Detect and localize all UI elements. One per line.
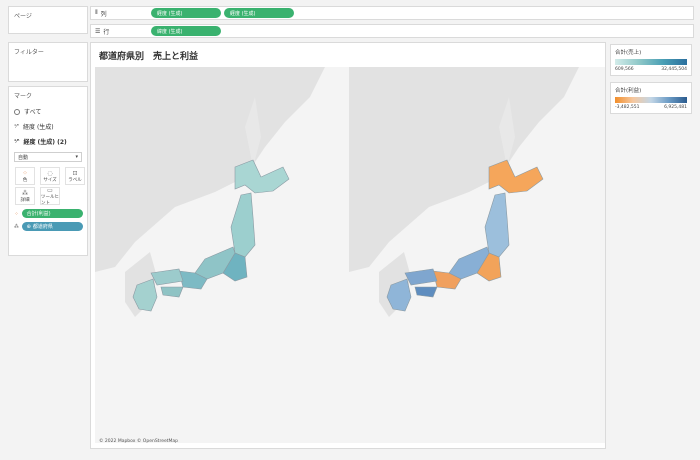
pages-card[interactable]: ページ	[8, 6, 88, 34]
profit-ramp-labels: -3,482,551 6,925,481	[615, 105, 687, 110]
prefecture-pill[interactable]: ⊕ 都道府県	[21, 222, 83, 231]
map-layer-icon: ⁴⁄ᴿ	[14, 123, 20, 130]
rows-icon: ☰	[95, 27, 101, 35]
chevron-down-icon: ▾	[75, 154, 78, 160]
map-copyright: © 2022 Mapbox © OpenStreetMap	[99, 439, 178, 444]
sales-legend-min: 609,566	[615, 67, 634, 72]
circle-icon	[14, 108, 20, 115]
profit-pill[interactable]: 合計(利益)	[21, 209, 83, 218]
detail-button-label: 詳細	[20, 197, 30, 203]
left-panes: ページ フィルター マーク すべて ⁴⁄ᴿ 経度 (生成) ⁴⁄ᴿ 経度 (生成…	[8, 6, 88, 451]
tooltip-button-label: ツールヒント	[41, 194, 59, 206]
label-button[interactable]: ⊡ ラベル	[65, 167, 85, 185]
pages-label: ページ	[14, 13, 32, 20]
label-icon: ⊡	[72, 169, 78, 177]
sales-map-svg	[95, 67, 351, 443]
mark-type-value: 自動	[18, 154, 29, 161]
tooltip-button[interactable]: ▭ ツールヒント	[40, 186, 60, 206]
sales-legend-title: 合計(売上)	[615, 50, 642, 56]
tableau-workspace: ページ フィルター マーク すべて ⁴⁄ᴿ 経度 (生成) ⁴⁄ᴿ 経度 (生成…	[0, 0, 700, 460]
map-layer-icon: ⁴⁄ᴿ	[14, 138, 20, 145]
sales-color-ramp	[615, 59, 687, 65]
marks-pill-profit-row: ⁘ 合計(利益)	[9, 207, 87, 220]
tooltip-icon: ▭	[47, 186, 53, 194]
size-button-label: サイズ	[43, 177, 57, 183]
marks-longitude2-item[interactable]: ⁴⁄ᴿ 経度 (生成) (2)	[9, 134, 87, 149]
profit-map[interactable]	[349, 67, 605, 443]
profit-legend-min: -3,482,551	[615, 105, 640, 110]
sales-ramp-labels: 609,566 32,445,504	[615, 67, 687, 72]
columns-pill-label: 経度 (生成)	[157, 10, 183, 17]
rows-shelf-label: ☰ 行	[91, 27, 151, 36]
columns-pill-label: 経度 (生成)	[230, 10, 256, 17]
profit-pill-label: 合計(利益)	[26, 211, 51, 217]
marks-item-label: 経度 (生成) (2)	[23, 139, 67, 146]
marks-all-item[interactable]: すべて	[9, 104, 87, 119]
sales-map[interactable]	[95, 67, 351, 443]
color-dots-icon: ⁘	[14, 210, 19, 217]
columns-pill-1[interactable]: 経度 (生成)	[151, 8, 221, 18]
detail-icon: ⁂	[22, 189, 28, 197]
rows-shelf[interactable]: ☰ 行 緯度 (生成)	[90, 24, 694, 38]
globe-icon: ⊕	[26, 223, 31, 230]
marks-pill-prefecture-row: ⁂ ⊕ 都道府県	[9, 220, 87, 233]
label-button-label: ラベル	[68, 177, 82, 183]
rows-pill-1[interactable]: 緯度 (生成)	[151, 26, 221, 36]
profit-map-svg	[349, 67, 605, 443]
filters-label: フィルター	[14, 49, 44, 56]
color-dots-icon: ⁘	[22, 169, 28, 177]
worksheet: 都道府県別 売上と利益 © 2022 Mapbox © OpenStreetMa…	[90, 42, 606, 449]
rows-pill-label: 緯度 (生成)	[157, 28, 183, 35]
color-button-label: 色	[22, 177, 28, 183]
sales-legend[interactable]: 合計(売上) 609,566 32,445,504	[610, 44, 692, 76]
columns-label: 列	[100, 10, 107, 18]
marks-buttons: ⁘ 色 ◌ サイズ ⊡ ラベル ⁂ 詳細 ▭ ツールヒント	[9, 165, 87, 207]
profit-legend-max: 6,925,481	[664, 105, 687, 110]
sheet-title: 都道府県別 売上と利益	[99, 52, 199, 62]
profit-legend-title: 合計(利益)	[615, 88, 642, 94]
marks-item-label: すべて	[24, 109, 42, 116]
detail-icon: ⁂	[13, 223, 19, 230]
prefecture-pill-label: 都道府県	[32, 224, 53, 230]
columns-shelf[interactable]: ⦀ 列 経度 (生成) 経度 (生成)	[90, 6, 694, 20]
marks-card: マーク すべて ⁴⁄ᴿ 経度 (生成) ⁴⁄ᴿ 経度 (生成) (2) 自動 ▾…	[8, 86, 88, 256]
rows-label: 行	[103, 28, 110, 36]
sales-legend-max: 32,445,504	[661, 67, 687, 72]
color-button[interactable]: ⁘ 色	[15, 167, 35, 185]
size-icon: ◌	[47, 169, 53, 177]
columns-shelf-label: ⦀ 列	[91, 9, 151, 18]
marks-longitude-item[interactable]: ⁴⁄ᴿ 経度 (生成)	[9, 119, 87, 134]
filters-card[interactable]: フィルター	[8, 42, 88, 82]
profit-legend[interactable]: 合計(利益) -3,482,551 6,925,481	[610, 82, 692, 114]
detail-button[interactable]: ⁂ 詳細	[15, 187, 35, 205]
marks-item-label: 経度 (生成)	[23, 124, 54, 131]
columns-icon: ⦀	[95, 9, 98, 16]
columns-pill-2[interactable]: 経度 (生成)	[224, 8, 294, 18]
size-button[interactable]: ◌ サイズ	[40, 167, 60, 185]
legend-panel: 合計(売上) 609,566 32,445,504 合計(利益) -3,482,…	[608, 42, 694, 449]
mark-type-dropdown[interactable]: 自動 ▾	[14, 152, 82, 162]
profit-color-ramp	[615, 97, 687, 103]
marks-label: マーク	[14, 93, 33, 100]
